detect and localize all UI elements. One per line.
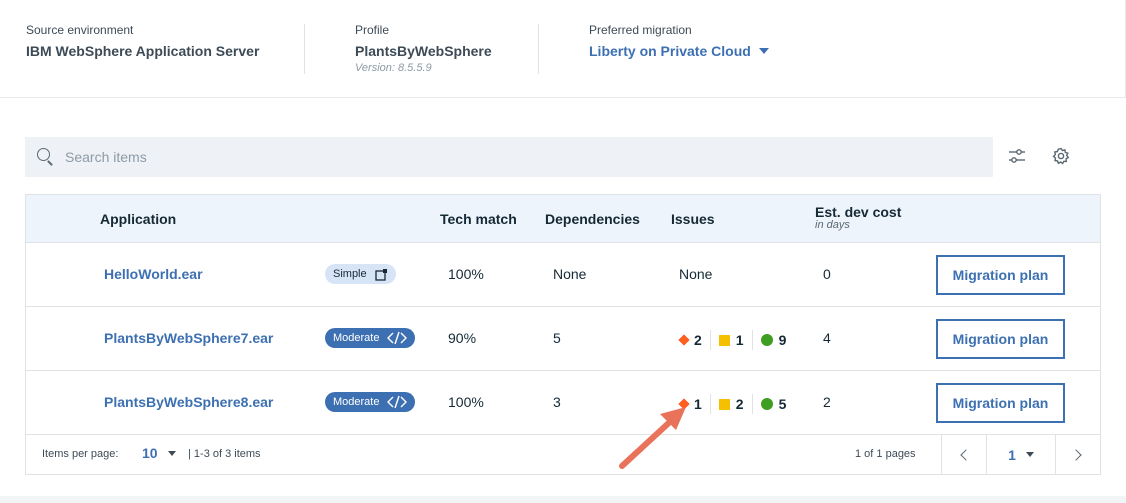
pagination-bar: Items per page: 10 | 1-3 of 3 items 1 of… [26, 435, 1100, 474]
divider [304, 24, 305, 74]
column-header-dependencies[interactable]: Dependencies [545, 211, 640, 227]
annotation-arrow-icon [619, 407, 686, 469]
info-count: 5 [778, 396, 787, 412]
current-page: 1 [1008, 446, 1016, 463]
tech-match-value: 90% [448, 330, 477, 346]
complexity-badge: Moderate [325, 328, 416, 348]
divider [538, 24, 539, 74]
info-issues: 9 [753, 330, 795, 350]
dev-cost-value: 4 [823, 330, 831, 346]
complexity-label: Moderate [333, 332, 380, 344]
critical-count: 2 [694, 332, 702, 348]
table-row: PlantsByWebSphere8.ear Moderate 100% 3 1… [26, 371, 1100, 435]
info-circle-icon [760, 334, 773, 346]
preferred-migration-label: Preferred migration [589, 23, 692, 37]
warning-issues: 1 [711, 330, 753, 350]
preferred-migration-dropdown[interactable]: Liberty on Private Cloud [589, 42, 769, 60]
items-per-page-label: Items per page: [42, 448, 119, 460]
complexity-badge: Simple [325, 264, 396, 284]
dependencies-value: 5 [553, 330, 561, 346]
previous-page-button[interactable] [941, 435, 986, 474]
source-environment-value: IBM WebSphere Application Server [26, 43, 260, 59]
profile-label: Profile [355, 23, 390, 37]
profile-value: PlantsByWebSphere [355, 43, 492, 59]
tech-match-value: 100% [448, 394, 484, 410]
column-header-tech-match[interactable]: Tech match [440, 211, 517, 227]
items-per-page-select[interactable]: 10 [142, 445, 176, 461]
search-bar[interactable] [25, 137, 993, 177]
settings-gear-icon[interactable] [1050, 145, 1072, 167]
info-issues: 5 [753, 394, 795, 414]
column-header-dev-cost-unit: in days [815, 219, 850, 231]
caret-down-icon [1025, 452, 1034, 457]
page-select[interactable]: 1 [986, 435, 1055, 474]
next-page-button[interactable] [1055, 435, 1100, 474]
items-range: | 1-3 of 3 items [188, 448, 261, 460]
profile-version: Version: 8.5.5.9 [355, 62, 432, 74]
critical-issues: 2 [678, 330, 711, 350]
warning-square-icon [718, 398, 730, 410]
issues-summary: 2 1 9 [678, 330, 795, 350]
search-input[interactable] [65, 149, 965, 165]
preferred-migration-value: Liberty on Private Cloud [589, 43, 751, 59]
info-circle-icon [760, 398, 773, 410]
summary-header: Source environment IBM WebSphere Applica… [0, 0, 1126, 98]
complexity-label: Moderate [333, 396, 380, 408]
applications-table: Application Tech match Dependencies Issu… [25, 194, 1101, 475]
dependencies-value: 3 [553, 394, 561, 410]
application-link[interactable]: HelloWorld.ear [104, 266, 203, 282]
column-header-dev-cost[interactable]: Est. dev cost [815, 204, 901, 220]
warning-square-icon [718, 334, 730, 346]
code-icon [387, 395, 408, 409]
critical-diamond-icon [678, 334, 690, 346]
caret-down-icon [758, 48, 769, 54]
table-row: PlantsByWebSphere7.ear Moderate 90% 5 2 … [26, 307, 1100, 371]
dependencies-value: None [553, 266, 587, 282]
column-header-application[interactable]: Application [100, 211, 176, 227]
code-icon [387, 331, 408, 345]
dev-cost-value: 0 [823, 266, 831, 282]
filter-sliders-icon[interactable] [1006, 145, 1028, 167]
column-header-issues[interactable]: Issues [671, 211, 715, 227]
caret-down-icon [167, 450, 176, 456]
info-count: 9 [778, 332, 787, 348]
migration-plan-button[interactable]: Migration plan [936, 383, 1065, 423]
chevron-left-icon [960, 448, 972, 461]
search-icon [37, 148, 55, 166]
dev-cost-value: 2 [823, 394, 831, 410]
items-per-page-value: 10 [142, 445, 158, 461]
preferred-migration: Preferred migration Liberty on Private C… [589, 22, 769, 61]
complexity-label: Simple [333, 268, 367, 280]
simple-box-icon [374, 268, 387, 281]
bottom-strip [0, 496, 1126, 503]
source-environment-label: Source environment [26, 23, 134, 37]
chevron-right-icon [1070, 448, 1082, 461]
table-row: HelloWorld.ear Simple 100% None None 0 M… [26, 243, 1100, 307]
profile: Profile PlantsByWebSphere Version: 8.5.5… [355, 22, 492, 74]
source-environment: Source environment IBM WebSphere Applica… [26, 22, 259, 60]
issues-value: None [679, 266, 713, 282]
warning-issues: 2 [711, 394, 753, 414]
migration-plan-button[interactable]: Migration plan [936, 319, 1065, 359]
warning-count: 1 [735, 332, 744, 348]
page-count: 1 of 1 pages [855, 448, 916, 460]
table-header: Application Tech match Dependencies Issu… [26, 195, 1100, 243]
migration-plan-button[interactable]: Migration plan [936, 255, 1065, 295]
complexity-badge: Moderate [325, 392, 416, 412]
tech-match-value: 100% [448, 266, 484, 282]
application-link[interactable]: PlantsByWebSphere7.ear [104, 330, 273, 346]
warning-count: 2 [735, 396, 744, 412]
application-link[interactable]: PlantsByWebSphere8.ear [104, 394, 273, 410]
